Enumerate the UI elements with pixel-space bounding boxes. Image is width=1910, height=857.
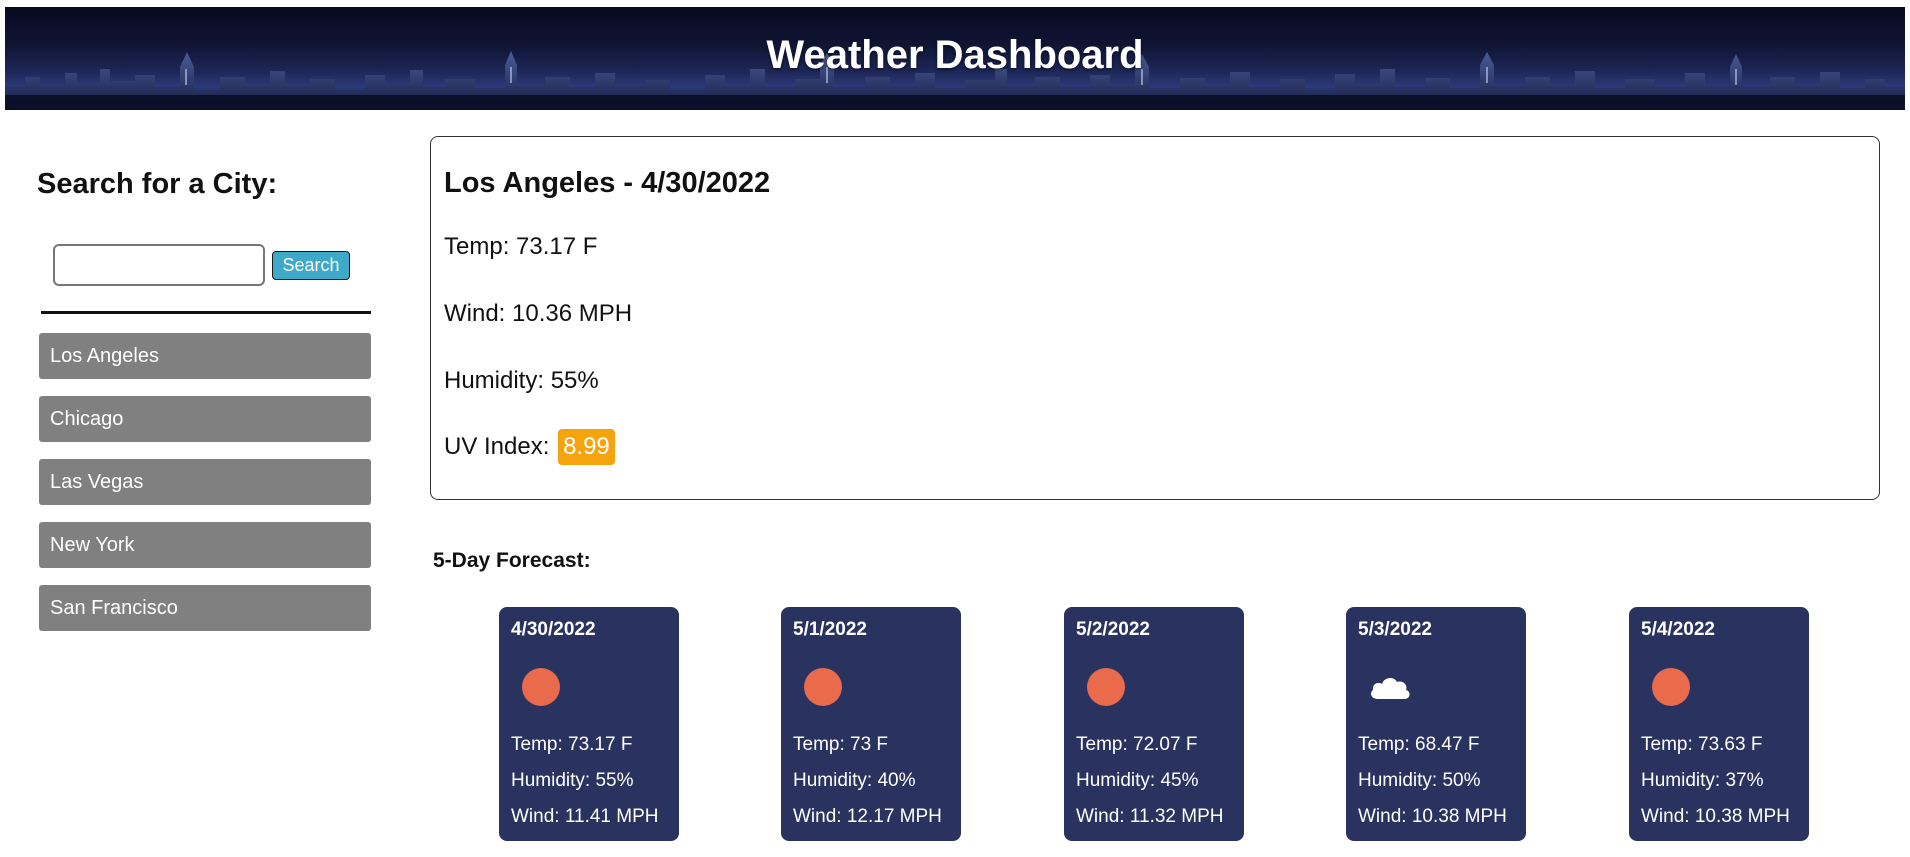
forecast-card: 5/1/2022 Temp: 73 F Humidity: 40% Wind: … bbox=[781, 607, 961, 841]
forecast-wind: Wind: 10.38 MPH bbox=[1641, 806, 1790, 827]
current-city-title: Los Angeles - 4/30/2022 bbox=[444, 167, 771, 199]
sidebar-divider bbox=[41, 311, 371, 314]
forecast-humidity: Humidity: 55% bbox=[511, 770, 634, 791]
uv-index-badge: 8.99 bbox=[558, 429, 615, 465]
forecast-date: 4/30/2022 bbox=[511, 619, 596, 640]
current-wind: Wind: 10.36 MPH bbox=[444, 300, 633, 327]
uv-label: UV Index: bbox=[444, 433, 550, 460]
current-weather-panel: Los Angeles - 4/30/2022 Temp: 73.17 F Wi… bbox=[430, 136, 1880, 500]
history-city-button[interactable]: Chicago bbox=[39, 396, 371, 442]
forecast-humidity: Humidity: 50% bbox=[1358, 770, 1481, 791]
forecast-wind: Wind: 10.38 MPH bbox=[1358, 806, 1507, 827]
current-temp: Temp: 73.17 F bbox=[444, 233, 598, 260]
page-title: Weather Dashboard bbox=[766, 33, 1144, 77]
forecast-date: 5/2/2022 bbox=[1076, 619, 1150, 640]
forecast-humidity: Humidity: 45% bbox=[1076, 770, 1199, 791]
search-row: Search bbox=[53, 244, 363, 286]
forecast-temp: Temp: 72.07 F bbox=[1076, 734, 1198, 755]
sun-icon bbox=[804, 668, 842, 706]
forecast-date: 5/4/2022 bbox=[1641, 619, 1715, 640]
current-humidity: Humidity: 55% bbox=[444, 367, 599, 394]
forecast-temp: Temp: 73 F bbox=[793, 734, 889, 755]
forecast-humidity: Humidity: 37% bbox=[1641, 770, 1764, 791]
forecast-temp: Temp: 73.17 F bbox=[511, 734, 633, 755]
sun-icon bbox=[1087, 668, 1125, 706]
forecast-card: 5/2/2022 Temp: 72.07 F Humidity: 45% Win… bbox=[1064, 607, 1244, 841]
cloud-icon bbox=[1370, 678, 1410, 699]
forecast-wind: Wind: 11.32 MPH bbox=[1076, 806, 1224, 827]
current-uv: UV Index: 8.99 bbox=[444, 429, 615, 465]
forecast-date: 5/3/2022 bbox=[1358, 619, 1432, 640]
forecast-card: 4/30/2022 Temp: 73.17 F Humidity: 55% Wi… bbox=[499, 607, 679, 841]
forecast-wind: Wind: 12.17 MPH bbox=[793, 806, 942, 827]
sun-icon bbox=[522, 668, 560, 706]
forecast-card: 5/3/2022 Temp: 68.47 F Humidity: 50% Win… bbox=[1346, 607, 1526, 841]
sun-icon bbox=[1652, 668, 1690, 706]
forecast-card: 5/4/2022 Temp: 73.63 F Humidity: 37% Win… bbox=[1629, 607, 1809, 841]
forecast-date: 5/1/2022 bbox=[793, 619, 867, 640]
header-banner: Weather Dashboard bbox=[5, 7, 1905, 110]
search-button[interactable]: Search bbox=[272, 251, 350, 280]
forecast-title: 5-Day Forecast: bbox=[433, 549, 591, 572]
sidebar: Search for a City: Search Los Angeles Ch… bbox=[37, 150, 371, 631]
search-heading: Search for a City: bbox=[37, 168, 278, 200]
search-input[interactable] bbox=[53, 244, 265, 286]
search-history-list: Los Angeles Chicago Las Vegas New York S… bbox=[39, 333, 371, 648]
history-city-button[interactable]: San Francisco bbox=[39, 585, 371, 631]
history-city-button[interactable]: Los Angeles bbox=[39, 333, 371, 379]
forecast-humidity: Humidity: 40% bbox=[793, 770, 916, 791]
forecast-temp: Temp: 73.63 F bbox=[1641, 734, 1763, 755]
forecast-wind: Wind: 11.41 MPH bbox=[511, 806, 659, 827]
forecast-temp: Temp: 68.47 F bbox=[1358, 734, 1480, 755]
history-city-button[interactable]: Las Vegas bbox=[39, 459, 371, 505]
history-city-button[interactable]: New York bbox=[39, 522, 371, 568]
